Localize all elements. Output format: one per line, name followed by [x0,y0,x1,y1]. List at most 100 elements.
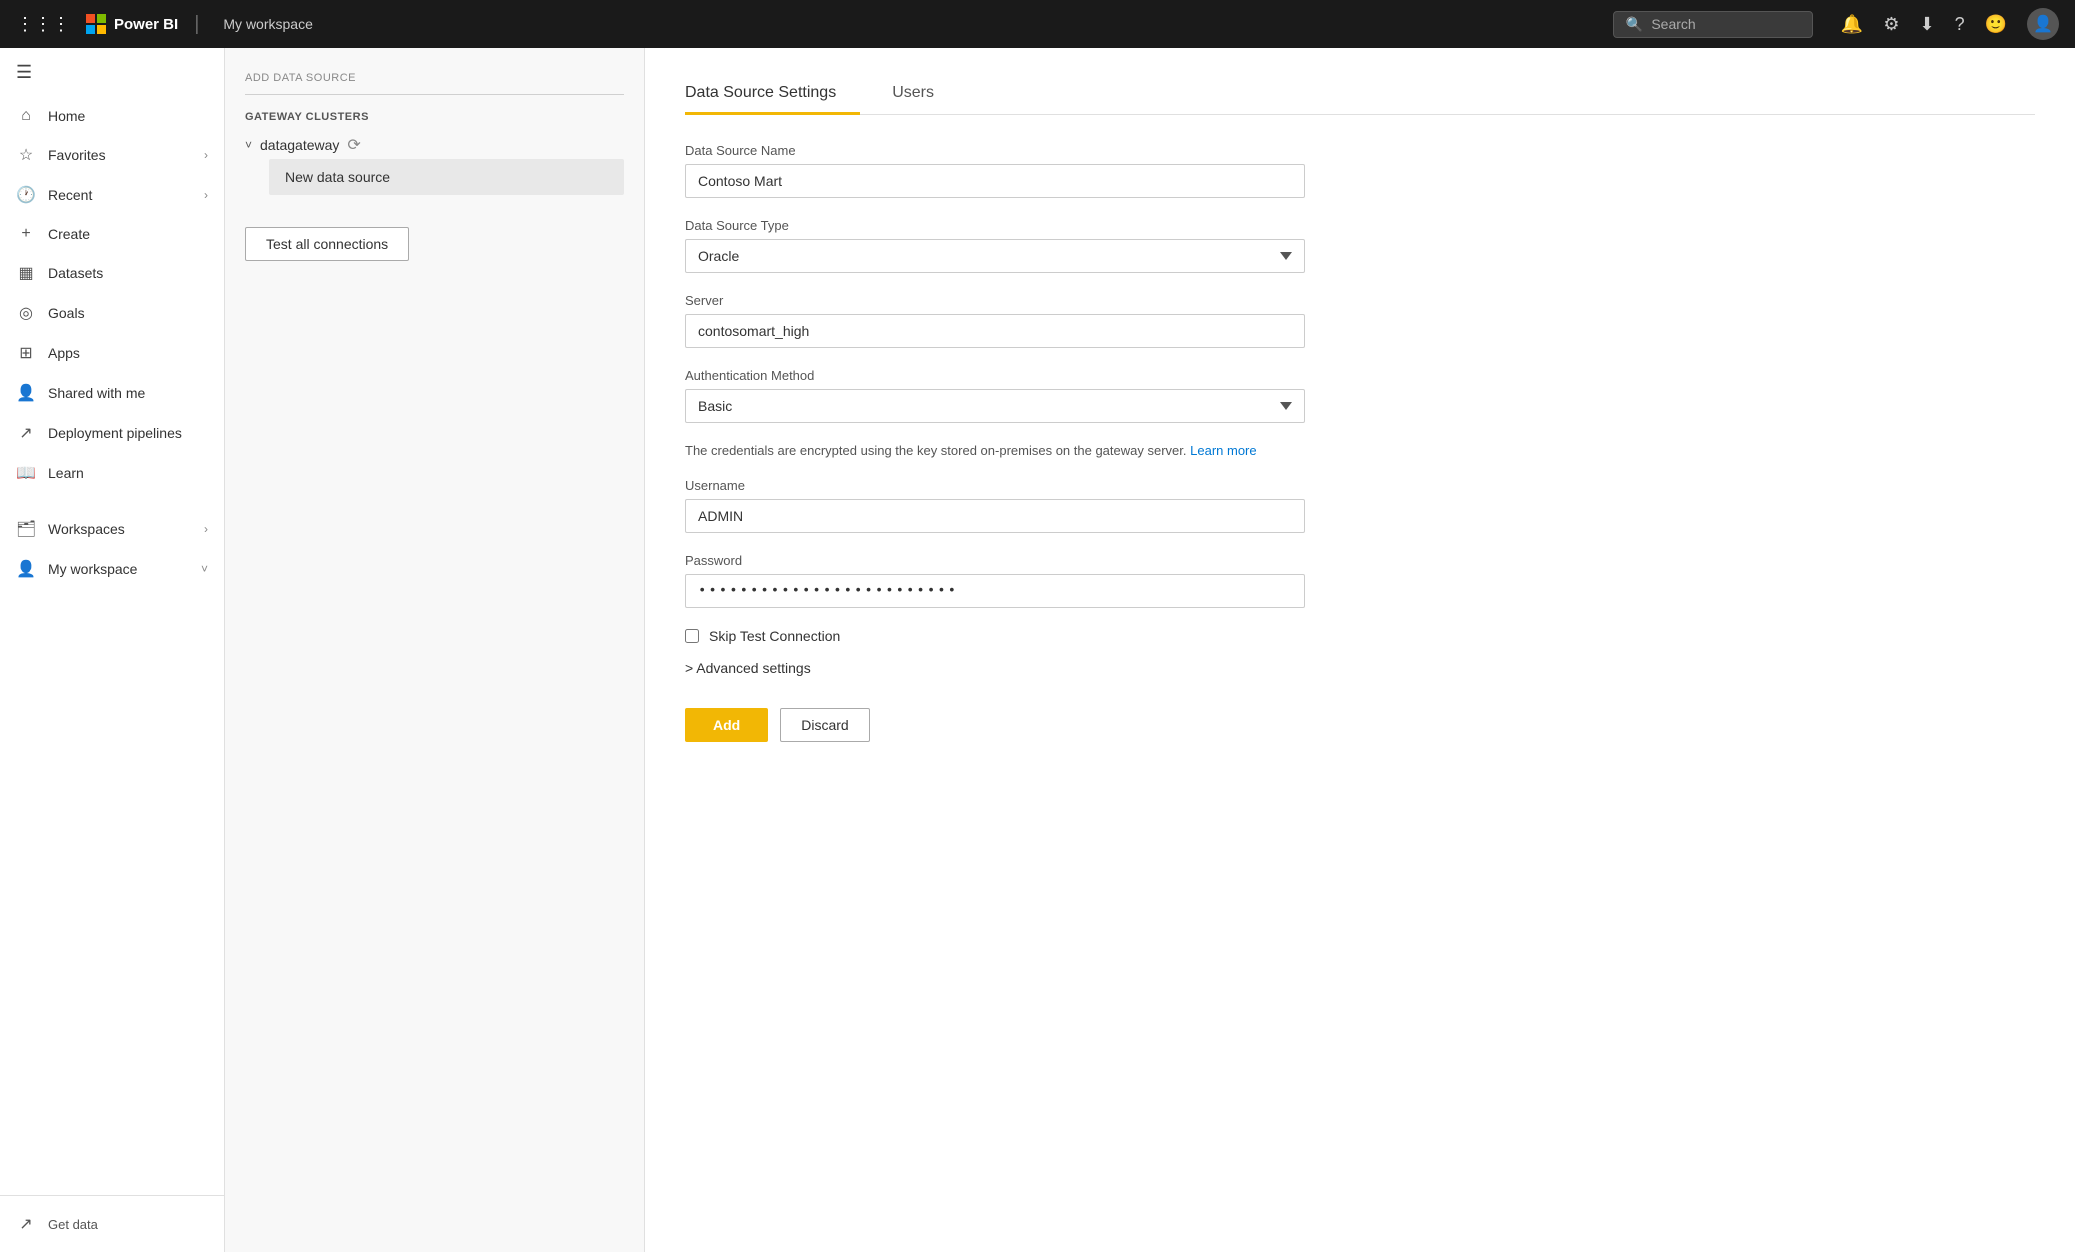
sidebar-nav: ⌂ Home ☆ Favorites › 🕐 Recent › + Create… [0,97,224,1195]
deployment-icon: ↗ [16,423,36,443]
sidebar-item-label: Recent [48,187,192,203]
sidebar-item-goals[interactable]: ◎ Goals [0,293,224,333]
user-avatar[interactable]: 👤 [2027,8,2059,40]
gateway-cluster-item[interactable]: ˅ datagateway ⟳ [245,135,624,155]
username-input[interactable] [685,499,1305,533]
chevron-down-icon: ˅ [201,562,208,576]
add-button[interactable]: Add [685,708,768,742]
discard-button[interactable]: Discard [780,708,869,742]
gateway-refresh-icon[interactable]: ⟳ [347,135,360,155]
brand-label: Power BI [114,16,178,33]
learn-more-link[interactable]: Learn more [1190,443,1256,458]
sidebar-item-get-data[interactable]: ↗ Get data [0,1204,224,1244]
sidebar-item-create[interactable]: + Create [0,215,224,253]
chevron-right-icon: › [204,148,208,162]
ms-logo-icon [86,14,106,34]
content-area: Add data source Gateway Clusters ˅ datag… [225,48,2075,1252]
apps-icon: ⊞ [16,343,36,363]
auth-method-label: Authentication Method [685,368,2035,383]
sidebar-item-label: My workspace [48,561,189,577]
sidebar-item-shared-with-me[interactable]: 👤 Shared with me [0,373,224,413]
sidebar-item-favorites[interactable]: ☆ Favorites › [0,135,224,175]
tab-data-source-settings[interactable]: Data Source Settings [685,72,860,114]
server-input[interactable] [685,314,1305,348]
search-box[interactable]: 🔍 Search [1613,11,1813,38]
ms-logo-yellow [97,25,106,34]
credentials-note: The credentials are encrypted using the … [685,443,1305,458]
left-panel: Add data source Gateway Clusters ˅ datag… [225,48,645,1252]
sidebar-item-deployment-pipelines[interactable]: ↗ Deployment pipelines [0,413,224,453]
sidebar-item-label: Favorites [48,147,192,163]
create-icon: + [16,225,36,243]
settings-icon[interactable]: ⚙ [1883,14,1899,35]
password-input[interactable] [685,574,1305,608]
microsoft-logo: Power BI [86,14,178,34]
tabs: Data Source Settings Users [685,72,2035,115]
sidebar-item-learn[interactable]: 📖 Learn [0,453,224,493]
sidebar-bottom: ↗ Get data [0,1195,224,1252]
help-icon[interactable]: ? [1955,14,1965,35]
sidebar-item-label: Datasets [48,265,208,281]
ms-logo-green [97,14,106,23]
sidebar-item-home[interactable]: ⌂ Home [0,97,224,135]
topbar: ⋮⋮⋮ Power BI | My workspace 🔍 Search 🔔 ⚙… [0,0,2075,48]
ms-logo-blue [86,25,95,34]
sidebar-item-label: Apps [48,345,208,361]
skip-test-connection-label[interactable]: Skip Test Connection [709,628,840,644]
sidebar-toggle-button[interactable]: ☰ [0,48,224,97]
smiley-icon[interactable]: 🙂 [1985,14,2007,35]
sidebar-item-label: Goals [48,305,208,321]
waffle-menu-icon[interactable]: ⋮⋮⋮ [16,14,70,35]
username-label: Username [685,478,2035,493]
my-workspace-icon: 👤 [16,559,36,579]
username-group: Username [685,478,2035,533]
workspaces-icon: 🗂 [16,519,36,539]
get-data-icon: ↗ [16,1214,36,1234]
sidebar: ☰ ⌂ Home ☆ Favorites › 🕐 Recent › + Crea… [0,48,225,1252]
credentials-note-text: The credentials are encrypted using the … [685,443,1187,458]
sidebar-item-label: Shared with me [48,385,208,401]
datasource-name-input[interactable] [685,164,1305,198]
server-label: Server [685,293,2035,308]
recent-icon: 🕐 [16,185,36,205]
add-data-source-label: Add data source [245,72,624,95]
datasets-icon: ▦ [16,263,36,283]
search-placeholder: Search [1651,16,1695,32]
notification-icon[interactable]: 🔔 [1841,14,1863,35]
sidebar-item-label: Home [48,108,208,124]
auth-method-select[interactable]: Basic Windows OAuth2 [685,389,1305,423]
tab-users[interactable]: Users [892,72,958,114]
sidebar-item-apps[interactable]: ⊞ Apps [0,333,224,373]
sidebar-item-datasets[interactable]: ▦ Datasets [0,253,224,293]
skip-test-connection-row: Skip Test Connection [685,628,1305,644]
advanced-settings-toggle[interactable]: > Advanced settings [685,660,2035,676]
sidebar-item-label: Deployment pipelines [48,425,208,441]
sidebar-item-label: Create [48,226,208,242]
form-actions: Add Discard [685,708,2035,742]
new-data-source-item[interactable]: New data source [269,159,624,195]
home-icon: ⌂ [16,107,36,125]
main-layout: ☰ ⌂ Home ☆ Favorites › 🕐 Recent › + Crea… [0,48,2075,1252]
workspace-label: My workspace [223,16,312,32]
download-icon[interactable]: ⬇ [1919,14,1934,35]
password-group: Password [685,553,2035,608]
shared-icon: 👤 [16,383,36,403]
sidebar-item-my-workspace[interactable]: 👤 My workspace ˅ [0,549,224,589]
panels: Add data source Gateway Clusters ˅ datag… [225,48,2075,1252]
test-all-connections-button[interactable]: Test all connections [245,227,409,261]
sidebar-item-label: Learn [48,465,208,481]
datasource-type-label: Data Source Type [685,218,2035,233]
password-label: Password [685,553,2035,568]
sidebar-item-label: Workspaces [48,521,192,537]
sidebar-item-label: Get data [48,1217,208,1232]
auth-method-group: Authentication Method Basic Windows OAut… [685,368,2035,423]
favorites-icon: ☆ [16,145,36,165]
datasource-type-select[interactable]: Oracle SQL Server Analysis Services SAP … [685,239,1305,273]
ms-logo-red [86,14,95,23]
gateway-name: datagateway [260,137,339,153]
skip-test-connection-checkbox[interactable] [685,629,699,643]
search-icon: 🔍 [1626,16,1643,33]
datasource-name-label: Data Source Name [685,143,2035,158]
sidebar-item-workspaces[interactable]: 🗂 Workspaces › [0,509,224,549]
sidebar-item-recent[interactable]: 🕐 Recent › [0,175,224,215]
